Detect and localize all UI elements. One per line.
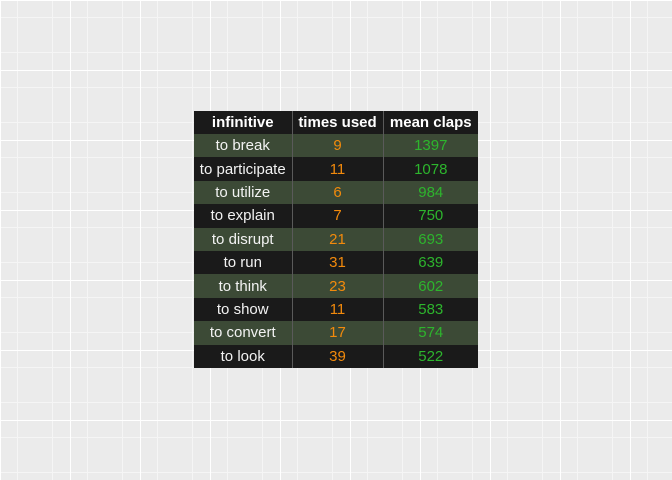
mean-claps-cell: 1397 — [382, 134, 478, 158]
table-row: to think 23 602 — [194, 274, 478, 298]
mean-claps-cell: 602 — [382, 274, 478, 298]
infinitive-cell: to think — [194, 274, 292, 298]
infinitive-cell: to explain — [194, 204, 292, 228]
table-row: to run 31 639 — [194, 250, 478, 275]
table-row: to utilize 6 984 — [194, 180, 478, 205]
table-row: to participate 11 1078 — [194, 157, 478, 181]
infinitive-cell: to utilize — [194, 180, 292, 205]
times-used-cell: 31 — [291, 250, 383, 275]
infinitive-cell: to show — [194, 297, 292, 322]
mean-claps-cell: 583 — [382, 297, 478, 322]
times-used-cell: 11 — [291, 297, 383, 322]
mean-claps-cell: 1078 — [382, 157, 478, 181]
times-used-cell: 39 — [291, 344, 383, 368]
times-used-cell: 17 — [291, 321, 383, 345]
times-used-cell: 11 — [291, 157, 383, 181]
column-header-mean-claps: mean claps — [382, 111, 478, 134]
table-row: to look 39 522 — [194, 344, 478, 368]
data-table: infinitive times used mean claps to brea… — [194, 111, 478, 368]
column-header-infinitive: infinitive — [194, 111, 292, 134]
mean-claps-cell: 984 — [382, 180, 478, 205]
infinitive-cell: to break — [194, 134, 292, 158]
times-used-cell: 21 — [291, 227, 383, 251]
infinitive-cell: to look — [194, 344, 292, 368]
table-row: to disrupt 21 693 — [194, 227, 478, 251]
mean-claps-cell: 574 — [382, 321, 478, 345]
mean-claps-cell: 639 — [382, 250, 478, 275]
times-used-cell: 6 — [291, 180, 383, 205]
table-row: to explain 7 750 — [194, 204, 478, 228]
times-used-cell: 23 — [291, 274, 383, 298]
table-row: to convert 17 574 — [194, 321, 478, 345]
infinitive-cell: to convert — [194, 321, 292, 345]
infinitive-cell: to disrupt — [194, 227, 292, 251]
times-used-cell: 9 — [291, 134, 383, 158]
infinitive-cell: to participate — [194, 157, 292, 181]
times-used-cell: 7 — [291, 204, 383, 228]
mean-claps-cell: 693 — [382, 227, 478, 251]
table-row: to show 11 583 — [194, 297, 478, 322]
mean-claps-cell: 522 — [382, 344, 478, 368]
mean-claps-cell: 750 — [382, 204, 478, 228]
infinitive-cell: to run — [194, 250, 292, 275]
data-table-panel: infinitive times used mean claps to brea… — [194, 111, 478, 368]
table-body: to break 9 1397 to participate 11 1078 to util… — [194, 134, 478, 368]
table-row: to break 9 1397 — [194, 134, 478, 158]
table-header-row: infinitive times used mean claps — [194, 111, 478, 134]
column-header-times-used: times used — [291, 111, 383, 134]
